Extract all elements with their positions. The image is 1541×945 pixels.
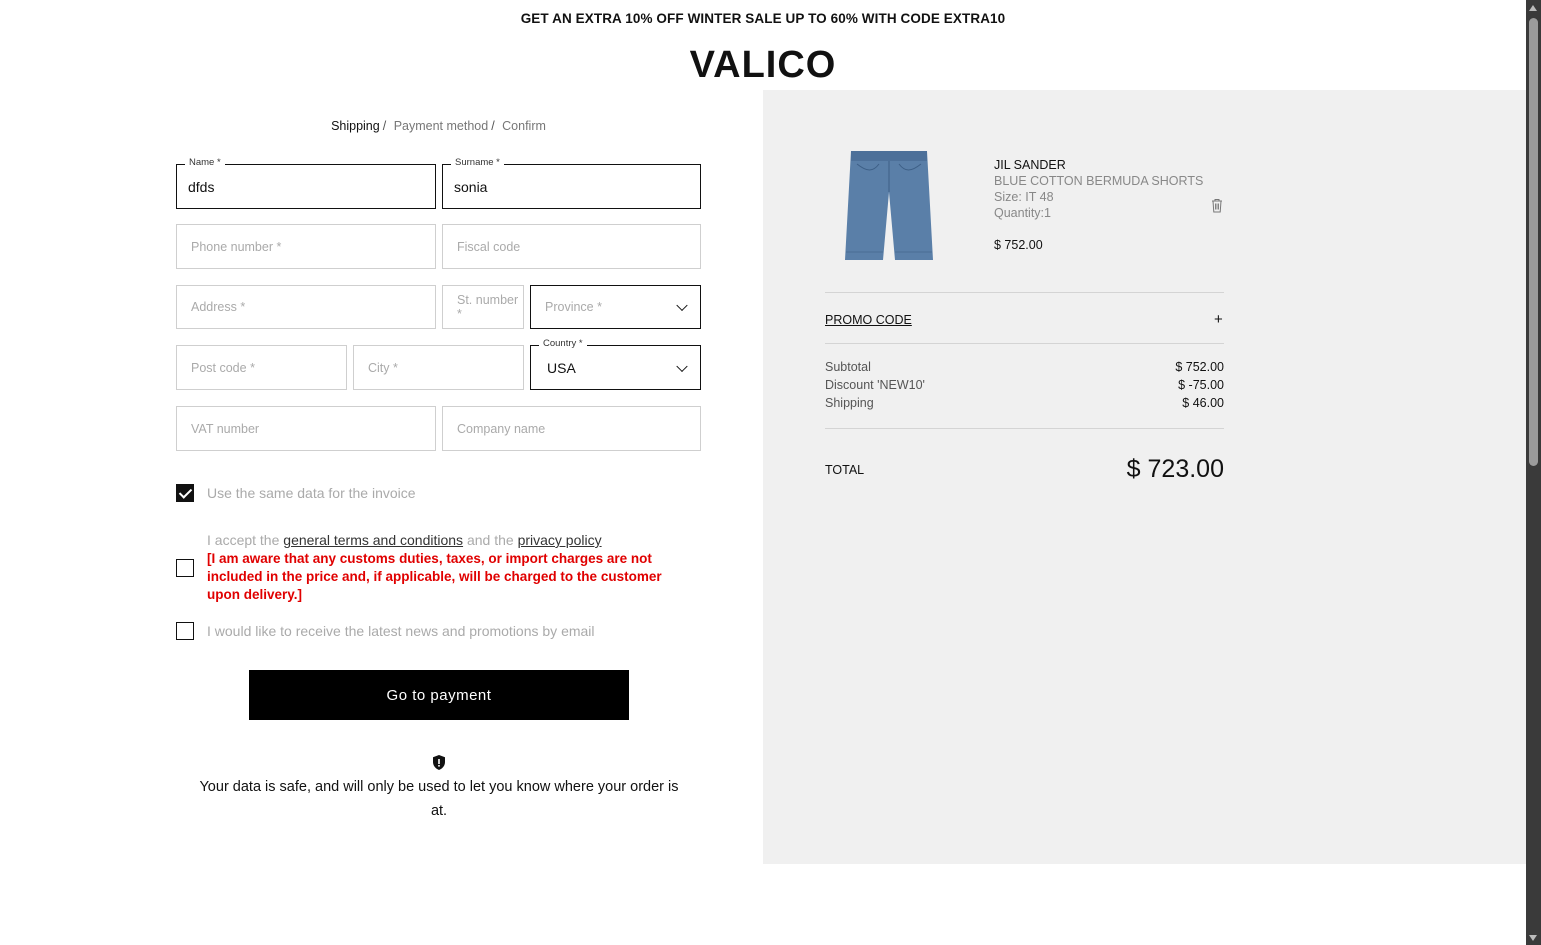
province-select[interactable]: Province * <box>530 285 701 329</box>
summary-divider <box>825 292 1224 293</box>
trash-icon[interactable] <box>1211 198 1223 213</box>
go-to-payment-button[interactable]: Go to payment <box>249 670 629 720</box>
subtotal-value: $ 752.00 <box>1175 360 1224 374</box>
announcement-bar: GET AN EXTRA 10% OFF WINTER SALE UP TO 6… <box>520 11 1006 26</box>
shipping-row: Shipping $ 46.00 <box>825 396 1224 410</box>
street-number-placeholder: St. number * <box>457 293 519 321</box>
total-label: TOTAL <box>825 463 865 477</box>
country-label: Country * <box>539 338 587 349</box>
subtotal-row: Subtotal $ 752.00 <box>825 360 1224 374</box>
vat-number-placeholder: VAT number <box>191 421 260 436</box>
terms-checkbox[interactable] <box>176 559 194 577</box>
shipping-label: Shipping <box>825 396 874 410</box>
breadcrumb-shipping[interactable]: Shipping <box>331 119 380 133</box>
privacy-link[interactable]: privacy policy <box>518 532 602 548</box>
fiscal-code-field[interactable]: Fiscal code <box>442 224 701 269</box>
discount-label: Discount 'NEW10' <box>825 378 925 392</box>
subtotal-label: Subtotal <box>825 360 871 374</box>
page-scrollbar[interactable] <box>1526 0 1541 945</box>
product-quantity: Quantity:1 <box>994 206 1051 220</box>
surname-value: sonia <box>454 178 488 195</box>
name-field[interactable]: Name * dfds <box>176 157 436 209</box>
product-price: $ 752.00 <box>994 238 1043 252</box>
promo-code-toggle[interactable]: PROMO CODE <box>825 313 912 327</box>
phone-placeholder: Phone number * <box>191 239 282 254</box>
post-code-field[interactable]: Post code * <box>176 345 347 390</box>
plus-icon[interactable]: + <box>1214 311 1223 328</box>
phone-field[interactable]: Phone number * <box>176 224 436 269</box>
product-size: Size: IT 48 <box>994 190 1054 204</box>
breadcrumb-payment-method[interactable]: Payment method <box>394 119 489 133</box>
product-name[interactable]: BLUE COTTON BERMUDA SHORTS <box>994 174 1203 188</box>
breadcrumb-separator: / <box>382 119 387 133</box>
product-brand: JIL SANDER <box>994 158 1066 172</box>
terms-prefix: I accept the <box>207 532 280 548</box>
same-data-checkbox[interactable] <box>176 484 194 502</box>
city-placeholder: City * <box>368 360 398 375</box>
vat-number-field[interactable]: VAT number <box>176 406 436 451</box>
address-placeholder: Address * <box>191 300 246 314</box>
province-placeholder: Province * <box>545 300 602 314</box>
customs-warning: [I am aware that any customs duties, tax… <box>207 551 662 602</box>
fiscal-code-placeholder: Fiscal code <box>457 239 521 254</box>
country-select[interactable]: Country * USA <box>530 338 701 390</box>
breadcrumb-confirm[interactable]: Confirm <box>502 119 546 133</box>
name-value: dfds <box>188 178 215 195</box>
data-safety-note: Your data is safe, and will only be used… <box>199 779 679 819</box>
surname-label: Surname * <box>451 157 504 168</box>
company-name-field[interactable]: Company name <box>442 406 701 451</box>
shipping-value: $ 46.00 <box>1182 396 1224 410</box>
discount-value: $ -75.00 <box>1178 378 1224 392</box>
surname-field[interactable]: Surname * sonia <box>442 157 701 209</box>
product-image[interactable] <box>843 148 935 264</box>
brand-logo[interactable]: VALICO <box>0 44 1526 87</box>
newsletter-checkbox[interactable] <box>176 622 194 640</box>
chevron-down-icon <box>676 360 688 372</box>
terms-text: I accept the general terms and condition… <box>207 532 602 548</box>
scrollbar-thumb[interactable] <box>1529 18 1538 466</box>
name-label: Name * <box>185 157 225 168</box>
checkout-breadcrumb: Shipping / Payment method / Confirm <box>176 119 701 133</box>
terms-middle: and the <box>466 532 514 548</box>
summary-divider <box>825 343 1224 344</box>
address-field[interactable]: Address * <box>176 285 436 329</box>
scroll-up-arrow-icon[interactable] <box>1529 5 1537 11</box>
summary-divider <box>825 428 1224 429</box>
total-value: $ 723.00 <box>1126 455 1224 483</box>
scroll-down-arrow-icon[interactable] <box>1529 935 1537 941</box>
street-number-field[interactable]: St. number * <box>442 285 524 329</box>
breadcrumb-separator: / <box>491 119 495 133</box>
terms-link[interactable]: general terms and conditions <box>283 532 463 548</box>
company-name-placeholder: Company name <box>457 421 546 436</box>
city-field[interactable]: City * <box>353 345 524 390</box>
discount-row: Discount 'NEW10' $ -75.00 <box>825 378 1224 392</box>
same-data-label: Use the same data for the invoice <box>207 485 416 501</box>
chevron-down-icon <box>676 299 688 312</box>
shield-icon <box>433 755 445 770</box>
post-code-placeholder: Post code * <box>191 360 255 375</box>
newsletter-label: I would like to receive the latest news … <box>207 623 595 639</box>
country-value: USA <box>547 359 576 376</box>
